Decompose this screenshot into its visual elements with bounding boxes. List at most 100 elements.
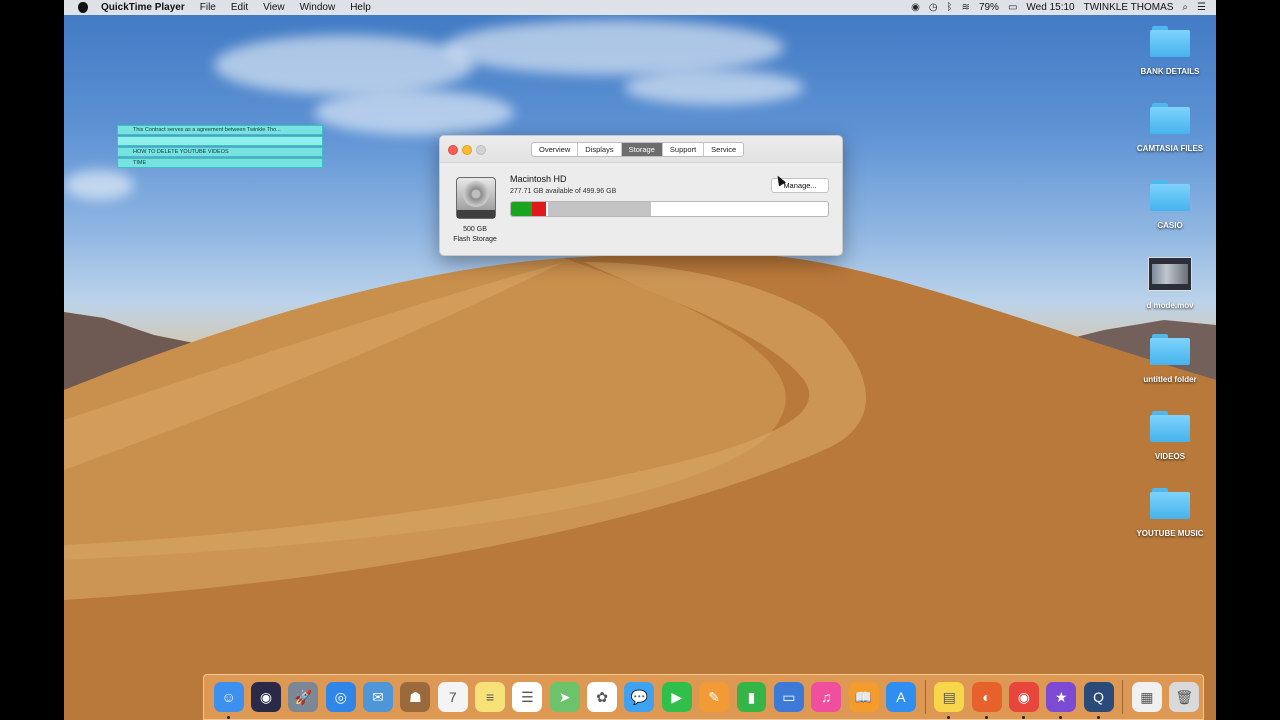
about-this-mac-window: Overview Displays Storage Support Servic… [439, 135, 843, 256]
folder-icon [1150, 26, 1190, 57]
zoom-button[interactable] [476, 145, 486, 155]
record-icon[interactable]: ◉ [911, 2, 920, 13]
menu-window[interactable]: Window [300, 2, 336, 13]
list-item[interactable]: This Contract serves as a agreement betw… [117, 125, 323, 135]
desktop-icon-label: VIDEOS [1154, 452, 1186, 461]
folder-icon [1150, 103, 1190, 134]
capacity-type: Flash Storage [453, 236, 497, 243]
notification-center-icon[interactable]: ☰ [1197, 2, 1206, 13]
storage-segment-red[interactable] [531, 202, 546, 216]
desktop-icon[interactable]: VIDEOS [1118, 411, 1216, 461]
desert-dune-wallpaper [64, 252, 1216, 720]
safari-icon[interactable]: ◎ [325, 682, 356, 712]
list-item[interactable]: TIME [117, 158, 323, 168]
keynote-icon[interactable]: ▭ [773, 682, 804, 712]
notes-icon[interactable]: ≡ [475, 682, 506, 712]
sticky-note-list: This Contract serves as a agreement betw… [117, 125, 323, 169]
minimize-button[interactable] [462, 145, 472, 155]
desktop-icon[interactable]: CAMTASIA FILES [1118, 103, 1216, 153]
menu-file[interactable]: File [200, 2, 216, 13]
tab-storage[interactable]: Storage [621, 143, 663, 156]
movie-file-icon [1148, 257, 1192, 291]
capacity-size: 500 GB [463, 226, 487, 233]
close-button[interactable] [448, 145, 458, 155]
app-menu[interactable]: QuickTime Player [101, 2, 185, 13]
reminders-icon[interactable]: ☰ [512, 682, 543, 712]
drive-capacity: 500 GB Flash Storage [443, 225, 507, 245]
desktop: QuickTime Player File Edit View Window H… [64, 0, 1216, 720]
window-titlebar[interactable]: Overview Displays Storage Support Servic… [440, 136, 842, 163]
running-indicator [1059, 716, 1063, 719]
mail-icon[interactable]: ✉ [363, 682, 394, 712]
maps-icon[interactable]: ➤ [549, 682, 580, 712]
list-item[interactable]: HOW TO DELETE YOUTUBE VIDEOS [117, 147, 323, 157]
desktop-icon[interactable]: d mode.mov [1118, 257, 1216, 310]
menu-help[interactable]: Help [350, 2, 371, 13]
app-store-icon[interactable]: A [885, 682, 916, 712]
spotlight-search-icon[interactable]: ⌕ [1182, 2, 1188, 13]
launchpad-icon[interactable]: 🚀 [288, 682, 319, 712]
numbers-icon[interactable]: ▮ [736, 682, 767, 712]
bluetooth-icon[interactable]: ᛒ [947, 2, 953, 13]
menu-bar: QuickTime Player File Edit View Window H… [64, 0, 1216, 15]
running-indicator [947, 716, 951, 719]
downloads-stack-icon[interactable]: ▦ [1131, 682, 1162, 712]
stickies-icon[interactable]: ▤ [934, 682, 965, 719]
trash-icon[interactable]: 🗑 [1169, 682, 1200, 712]
dock-separator [1122, 680, 1124, 714]
desktop-icon-label: YOUTUBE MUSIC [1136, 529, 1204, 538]
time-machine-icon[interactable]: ◷ [929, 2, 938, 13]
desktop-icon[interactable]: untitled folder [1118, 334, 1216, 384]
folder-icon [1150, 334, 1190, 365]
user-name[interactable]: TWINKLE THOMAS [1084, 2, 1174, 13]
storage-segment-grey[interactable] [547, 202, 651, 216]
wifi-icon[interactable]: ≋ [962, 2, 970, 13]
desktop-icon[interactable]: CASIO [1118, 180, 1216, 230]
itunes-icon[interactable]: ♫ [811, 682, 842, 712]
tab-service[interactable]: Service [704, 143, 743, 156]
running-indicator [984, 716, 988, 719]
battery-icon[interactable]: ▭ [1008, 2, 1017, 13]
chrome-icon[interactable]: ◉ [1008, 682, 1039, 719]
list-item[interactable] [117, 136, 323, 146]
menu-edit[interactable]: Edit [231, 2, 248, 13]
folder-icon [1150, 488, 1190, 519]
running-indicator [226, 716, 230, 719]
messages-icon[interactable]: 💬 [624, 682, 655, 712]
imovie-icon[interactable]: ★ [1046, 682, 1077, 719]
dock-separator [924, 680, 926, 714]
facetime-icon[interactable]: ▶ [661, 682, 692, 712]
desktop-icon[interactable]: YOUTUBE MUSIC [1118, 488, 1216, 538]
siri-icon[interactable]: ◉ [251, 682, 281, 712]
tab-overview[interactable]: Overview [532, 143, 579, 156]
desktop-icon-label: BANK DETAILS [1140, 67, 1200, 76]
tab-displays[interactable]: Displays [578, 143, 622, 156]
desktop-icon-label: CASIO [1157, 221, 1183, 230]
desktop-icon-label: untitled folder [1143, 375, 1197, 384]
disk-name: Macintosh HD [510, 174, 567, 184]
desktop-icon-label: CAMTASIA FILES [1136, 144, 1204, 153]
firefox-icon[interactable]: ◐ [971, 682, 1002, 719]
hard-drive-icon [456, 177, 496, 219]
quicktime-icon[interactable]: Q [1083, 682, 1114, 719]
photos-icon[interactable]: ✿ [587, 682, 618, 712]
folder-icon [1150, 411, 1190, 442]
dock: ☺ ◉ 🚀 ◎ ✉ ☗ 7 ≡ ☰ ➤ ✿ 💬 ▶ ✎ ▮ ▭ ♫ 📖 A ▤ ◐ ◉ ★ Q ▦ 🗑 [203, 674, 1204, 720]
clock[interactable]: Wed 15:10 [1026, 2, 1074, 13]
storage-usage-bar[interactable] [510, 201, 829, 217]
books-icon[interactable]: 📖 [848, 682, 879, 712]
calendar-icon[interactable]: 7 [437, 682, 468, 712]
pages-icon[interactable]: ✎ [699, 682, 730, 712]
contacts-icon[interactable]: ☗ [400, 682, 431, 712]
desktop-icon[interactable]: BANK DETAILS [1118, 26, 1216, 76]
tab-support[interactable]: Support [663, 143, 705, 156]
running-indicator [1096, 716, 1100, 719]
apple-menu-icon[interactable] [78, 2, 88, 13]
desktop-icon-label: d mode.mov [1146, 301, 1194, 310]
tab-bar: Overview Displays Storage Support Servic… [531, 142, 745, 157]
finder-icon[interactable]: ☺ [213, 682, 244, 719]
running-indicator [1021, 716, 1025, 719]
storage-segment-green[interactable] [511, 202, 532, 216]
battery-percent[interactable]: 79% [979, 2, 999, 13]
menu-view[interactable]: View [263, 2, 285, 13]
